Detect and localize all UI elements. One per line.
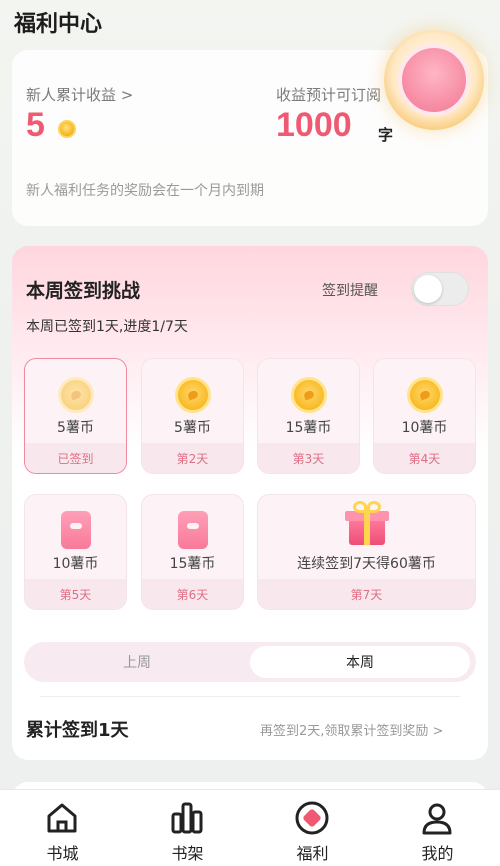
weekly-checkin-card: 本周签到挑战 签到提醒 本周已签到1天,进度1/7天 5薯币 已签到 5薯币 第… — [12, 246, 488, 760]
bookshelf-icon — [171, 802, 203, 834]
red-envelope-icon — [177, 511, 208, 549]
day-card-2[interactable]: 5薯币 第2天 — [141, 358, 244, 474]
day-status: 第3天 — [258, 443, 359, 473]
nav-item-bookstore[interactable]: 书城 — [0, 790, 125, 866]
day-card-3[interactable]: 15薯币 第3天 — [257, 358, 360, 474]
day-status: 第7天 — [258, 579, 475, 609]
red-envelope-icon — [60, 511, 91, 549]
home-icon — [47, 803, 77, 833]
expiry-note: 新人福利任务的奖励会在一个月内到期 — [26, 183, 264, 199]
day-reward: 连续签到7天得60薯币 — [297, 556, 436, 572]
coin-icon — [58, 120, 76, 138]
cumulative-reward-link[interactable]: 再签到2天,领取累计签到奖励 > — [260, 720, 443, 739]
day-status: 第2天 — [142, 443, 243, 473]
nav-item-bookshelf[interactable]: 书架 — [125, 790, 250, 866]
day-reward: 5薯币 — [174, 420, 211, 436]
toggle-knob — [414, 275, 442, 303]
day-card-4[interactable]: 10薯币 第4天 — [373, 358, 476, 474]
checkin-progress: 本周已签到1天,进度1/7天 — [26, 319, 188, 335]
cumulative-earnings-link[interactable]: 新人累计收益 > — [26, 84, 133, 105]
nav-label: 福利 — [296, 844, 329, 863]
bottom-nav: 书城 书架 福利 我的 — [0, 789, 500, 866]
day-status: 已签到 — [25, 443, 126, 473]
coin-icon — [174, 377, 211, 413]
day-reward: 5薯币 — [57, 420, 94, 436]
nav-label: 我的 — [421, 844, 454, 863]
subscribable-unit: 字 — [378, 126, 394, 144]
reminder-label: 签到提醒 — [322, 283, 378, 299]
nav-label: 书架 — [171, 844, 204, 863]
day-status: 第5天 — [25, 579, 126, 609]
cumulative-earnings-value: 5 — [26, 106, 45, 144]
day-card-1[interactable]: 5薯币 已签到 — [24, 358, 127, 474]
cumulative-checkin-label: 累计签到1天 — [26, 720, 129, 741]
nav-item-welfare[interactable]: 福利 — [250, 790, 375, 866]
page-title: 福利中心 — [14, 12, 103, 37]
day-card-5[interactable]: 10薯币 第5天 — [24, 494, 127, 610]
day-reward: 10薯币 — [401, 420, 448, 436]
coin-icon — [57, 377, 94, 413]
profile-icon — [422, 803, 452, 835]
day-card-6[interactable]: 15薯币 第6天 — [141, 494, 244, 610]
subscribable-label: 收益预计可订阅 — [276, 86, 382, 104]
tab-last-week[interactable]: 上周 — [24, 642, 250, 682]
day-reward: 15薯币 — [285, 420, 332, 436]
day-card-7[interactable]: 连续签到7天得60薯币 第7天 — [257, 494, 476, 610]
day-status: 第6天 — [142, 579, 243, 609]
nav-label: 书城 — [46, 844, 79, 863]
decorative-coin-icon — [384, 30, 484, 130]
coin-icon — [290, 377, 327, 413]
coin-icon — [406, 377, 443, 413]
divider — [40, 696, 460, 697]
day-reward: 10薯币 — [52, 556, 99, 572]
day-reward: 15薯币 — [169, 556, 216, 572]
day-status: 第4天 — [374, 443, 475, 473]
week-switch: 上周 本周 — [24, 642, 476, 682]
checkin-title: 本周签到挑战 — [26, 280, 141, 302]
nav-item-profile[interactable]: 我的 — [375, 790, 500, 866]
welfare-icon — [295, 801, 329, 835]
subscribable-value: 1000 — [276, 106, 352, 144]
reminder-toggle[interactable] — [411, 272, 469, 306]
gift-box-icon — [344, 501, 389, 545]
tab-this-week[interactable]: 本周 — [250, 646, 470, 678]
